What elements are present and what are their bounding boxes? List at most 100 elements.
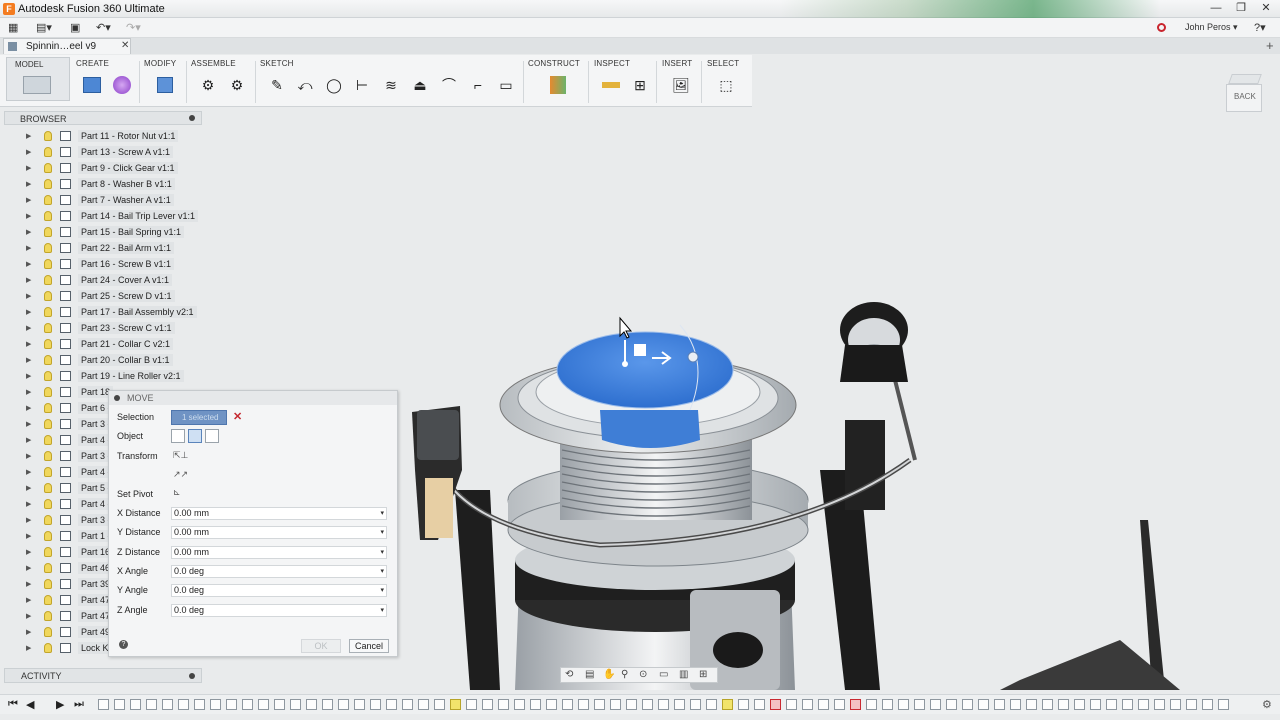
group-insert[interactable]: INSERT — [662, 59, 692, 68]
timeline-feature-icon[interactable] — [386, 699, 397, 710]
timeline-feature-icon[interactable] — [258, 699, 269, 710]
timeline-feature-icon[interactable] — [322, 699, 333, 710]
timeline-feature-icon[interactable] — [1122, 699, 1133, 710]
expand-icon[interactable]: ▶ — [26, 356, 31, 364]
workspace-switcher[interactable]: MODEL — [6, 57, 70, 101]
app-grid-icon[interactable]: ▦ — [8, 21, 18, 35]
expand-icon[interactable]: ▶ — [26, 164, 31, 172]
timeline-feature-icon[interactable] — [722, 699, 733, 710]
close-icon[interactable]: ✕ — [1254, 0, 1278, 16]
visibility-bulb-icon[interactable] — [44, 147, 52, 157]
timeline-feature-icon[interactable] — [882, 699, 893, 710]
insert-image-icon[interactable]: 🖼 — [671, 75, 691, 95]
visibility-bulb-icon[interactable] — [44, 371, 52, 381]
visibility-bulb-icon[interactable] — [44, 595, 52, 605]
expand-icon[interactable]: ▶ — [26, 452, 31, 460]
timeline-feature-icon[interactable] — [1010, 699, 1021, 710]
expand-icon[interactable]: ▶ — [26, 612, 31, 620]
visibility-bulb-icon[interactable] — [44, 227, 52, 237]
timeline-feature-icon[interactable] — [706, 699, 717, 710]
dropdown-icon[interactable]: ▾ — [380, 508, 384, 519]
group-assemble[interactable]: ASSEMBLE — [191, 59, 236, 68]
pan-icon[interactable]: ✋ — [603, 669, 615, 680]
expand-icon[interactable]: ▶ — [26, 260, 31, 268]
expand-icon[interactable]: ▶ — [26, 132, 31, 140]
expand-icon[interactable]: ▶ — [26, 372, 31, 380]
expand-icon[interactable]: ▶ — [26, 500, 31, 508]
expand-icon[interactable]: ▶ — [26, 468, 31, 476]
redo-icon[interactable]: ↷▾ — [126, 21, 141, 35]
timeline-feature-icon[interactable] — [978, 699, 989, 710]
record-icon[interactable] — [1157, 23, 1166, 32]
timeline-feature-icon[interactable] — [338, 699, 349, 710]
circle-icon[interactable]: ◯ — [324, 75, 344, 95]
browser-tree-item[interactable]: ▶ Part 13 - Screw A v1:1 — [4, 146, 202, 160]
visibility-bulb-icon[interactable] — [44, 579, 52, 589]
timeline-feature-icon[interactable] — [802, 699, 813, 710]
browser-tree-item[interactable]: ▶ Part 21 - Collar C v2:1 — [4, 338, 202, 352]
visibility-bulb-icon[interactable] — [44, 467, 52, 477]
timeline-feature-icon[interactable] — [290, 699, 301, 710]
expand-icon[interactable]: ▶ — [26, 388, 31, 396]
fillet-sketch-icon[interactable]: ⌐ — [468, 75, 488, 95]
timeline-feature-icon[interactable] — [146, 699, 157, 710]
grid-settings-icon[interactable]: ▥ — [679, 669, 688, 680]
y-angle-field[interactable]: 0.0 deg ▾ — [171, 584, 387, 597]
browser-tree-item[interactable]: ▶ Part 23 - Screw C v1:1 — [4, 322, 202, 336]
press-pull-icon[interactable] — [155, 75, 175, 95]
translate-icon[interactable]: ↗↗ — [173, 469, 188, 481]
timeline-feature-icon[interactable] — [594, 699, 605, 710]
timeline-feature-icon[interactable] — [754, 699, 765, 710]
timeline-feature-icon[interactable] — [306, 699, 317, 710]
expand-icon[interactable]: ▶ — [26, 308, 31, 316]
timeline-feature-icon[interactable] — [466, 699, 477, 710]
group-construct[interactable]: CONSTRUCT — [528, 59, 580, 68]
ok-button[interactable]: OK — [301, 639, 341, 653]
timeline-feature-icon[interactable] — [178, 699, 189, 710]
close-tab-icon[interactable]: ✕ — [121, 40, 129, 51]
fit-icon[interactable]: ⊙ — [639, 669, 647, 680]
timeline-feature-icon[interactable] — [482, 699, 493, 710]
timeline-feature-icon[interactable] — [658, 699, 669, 710]
new-tab-icon[interactable]: + — [1266, 38, 1274, 53]
expand-icon[interactable]: ▶ — [26, 404, 31, 412]
expand-icon[interactable]: ▶ — [26, 148, 31, 156]
timeline-feature-icon[interactable] — [642, 699, 653, 710]
visibility-bulb-icon[interactable] — [44, 163, 52, 173]
group-inspect[interactable]: INSPECT — [594, 59, 630, 68]
display-settings-icon[interactable]: ▭ — [659, 669, 668, 680]
expand-icon[interactable]: ▶ — [26, 180, 31, 188]
timeline-feature-icon[interactable] — [834, 699, 845, 710]
visibility-bulb-icon[interactable] — [44, 483, 52, 493]
project-icon[interactable]: ⏏ — [410, 75, 430, 95]
dimension-icon[interactable]: ⊢ — [352, 75, 372, 95]
help-icon[interactable]: ? — [119, 640, 128, 649]
timeline-feature-icon[interactable] — [130, 699, 141, 710]
visibility-bulb-icon[interactable] — [44, 339, 52, 349]
set-pivot-icon[interactable]: ⊾ — [173, 487, 187, 499]
browser-tree-item[interactable]: ▶ Part 20 - Collar B v1:1 — [4, 354, 202, 368]
timeline-feature-icon[interactable] — [562, 699, 573, 710]
visibility-bulb-icon[interactable] — [44, 291, 52, 301]
group-modify[interactable]: MODIFY — [144, 59, 176, 68]
timeline-feature-icon[interactable] — [402, 699, 413, 710]
visibility-bulb-icon[interactable] — [44, 179, 52, 189]
z-distance-field[interactable]: 0.00 mm ▾ — [171, 546, 387, 559]
select-icon[interactable]: ⬚ — [716, 75, 736, 95]
group-create[interactable]: CREATE — [76, 59, 109, 68]
timeline-feature-icon[interactable] — [210, 699, 221, 710]
timeline-feature-icon[interactable] — [610, 699, 621, 710]
expand-icon[interactable]: ▶ — [26, 628, 31, 636]
timeline-feature-icon[interactable] — [1074, 699, 1085, 710]
help-icon[interactable]: ?▾ — [1254, 21, 1266, 35]
visibility-bulb-icon[interactable] — [44, 435, 52, 445]
y-distance-field[interactable]: 0.00 mm ▾ — [171, 526, 387, 539]
timeline-feature-icon[interactable] — [578, 699, 589, 710]
expand-icon[interactable]: ▶ — [26, 596, 31, 604]
browser-tree-item[interactable]: ▶ Part 9 - Click Gear v1:1 — [4, 162, 202, 176]
timeline-feature-icon[interactable] — [1138, 699, 1149, 710]
pin-icon[interactable] — [189, 115, 195, 121]
visibility-bulb-icon[interactable] — [44, 355, 52, 365]
timeline-feature-icon[interactable] — [418, 699, 429, 710]
x-distance-field[interactable]: 0.00 mm ▾ — [171, 507, 387, 520]
